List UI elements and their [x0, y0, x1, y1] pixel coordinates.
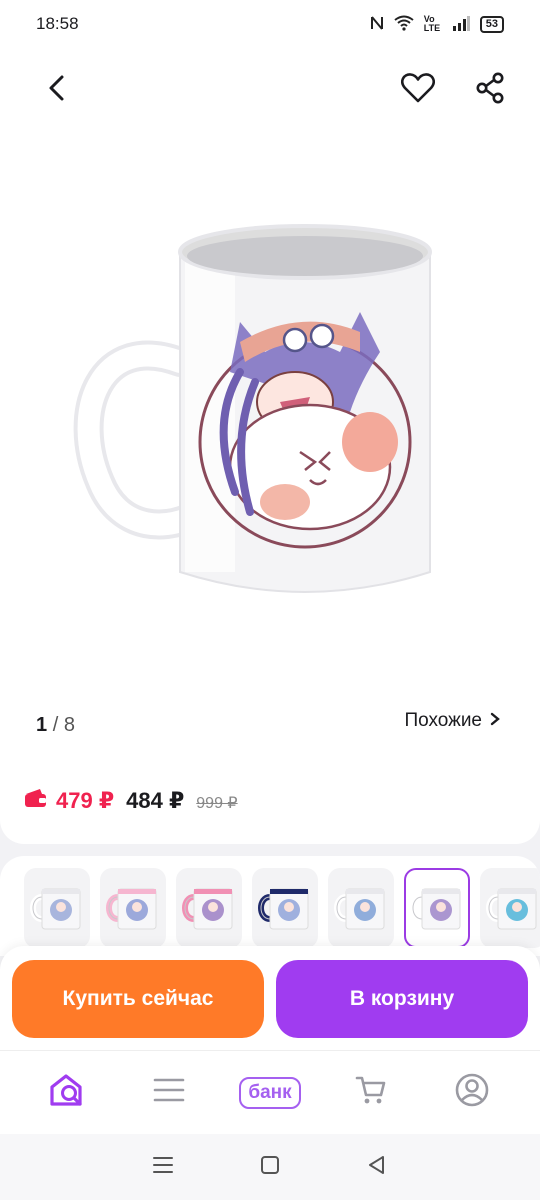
thumbnail-7[interactable] — [480, 868, 540, 948]
image-counter-total: 8 — [63, 714, 75, 736]
action-bar: Купить сейчас В корзину — [0, 946, 540, 1050]
bank-badge: банк — [239, 1076, 301, 1109]
similar-label: Похожие — [404, 710, 482, 731]
thumbnail-strip[interactable] — [0, 856, 540, 956]
price-block: 479 ₽ 484 ₽ 999 ₽ — [24, 788, 238, 814]
favorite-button[interactable] — [400, 72, 436, 108]
battery-icon: 53 — [479, 15, 504, 33]
nfc-icon — [370, 15, 384, 34]
home-search-icon — [49, 1073, 87, 1112]
mug-thumbnail-image — [106, 888, 157, 930]
tab-bank[interactable]: банк — [232, 1068, 308, 1118]
top-nav — [0, 48, 540, 132]
tab-catalog[interactable] — [131, 1068, 207, 1118]
network-label: Vo LTE — [423, 14, 441, 33]
recents-button[interactable] — [153, 1156, 174, 1179]
mug-thumbnail-image — [410, 888, 461, 930]
back-button[interactable] — [38, 72, 74, 108]
system-nav-bar — [0, 1134, 540, 1200]
share-icon — [475, 72, 505, 109]
old-price: 999 ₽ — [196, 795, 238, 812]
thumbnail-4[interactable] — [252, 868, 318, 948]
signal-icon — [452, 15, 470, 34]
status-time: 18:58 — [36, 14, 79, 33]
product-image-gallery[interactable] — [0, 132, 540, 692]
chevron-left-icon — [46, 74, 66, 107]
add-to-cart-button[interactable]: В корзину — [276, 960, 528, 1038]
mug-thumbnail-image — [30, 888, 81, 930]
share-button[interactable] — [472, 72, 508, 108]
mug-thumbnail-image — [486, 888, 537, 930]
current-price: 484 ₽ — [126, 788, 185, 813]
thumbnail-5[interactable] — [328, 868, 394, 948]
bottom-nav: банк — [0, 1050, 540, 1134]
tab-profile[interactable] — [434, 1068, 510, 1118]
mug-thumbnail-image — [182, 888, 233, 930]
mug-thumbnail-image — [334, 888, 385, 930]
chevron-right-icon — [490, 710, 500, 732]
tab-home[interactable] — [30, 1068, 106, 1118]
mug-thumbnail-image — [258, 888, 309, 930]
image-counter: 1 / 8 — [36, 714, 75, 736]
thumbnail-1[interactable] — [24, 868, 90, 948]
thumbnail-3[interactable] — [176, 868, 242, 948]
wifi-icon — [394, 15, 414, 34]
wallet-price-value: 479 ₽ — [56, 788, 115, 813]
product-info: 1 / 8 Похожие 479 ₽ 484 ₽ 999 ₽ — [0, 692, 540, 844]
home-button[interactable] — [260, 1155, 280, 1180]
wallet-price: 479 ₽ — [24, 788, 114, 814]
menu-icon — [153, 1077, 185, 1108]
profile-icon — [455, 1073, 489, 1112]
cart-icon — [355, 1074, 387, 1111]
status-bar: 18:58 Vo LTE 53 — [0, 0, 540, 48]
buy-now-button[interactable]: Купить сейчас — [12, 960, 264, 1038]
thumbnail-6[interactable] — [404, 868, 470, 948]
heart-icon — [401, 72, 435, 108]
image-counter-current: 1 — [36, 714, 48, 736]
wallet-icon — [24, 788, 48, 814]
product-image — [73, 224, 432, 593]
tab-cart[interactable] — [333, 1068, 409, 1118]
similar-link[interactable]: Похожие — [404, 710, 500, 732]
thumbnail-2[interactable] — [100, 868, 166, 948]
back-system-button[interactable] — [367, 1155, 387, 1180]
